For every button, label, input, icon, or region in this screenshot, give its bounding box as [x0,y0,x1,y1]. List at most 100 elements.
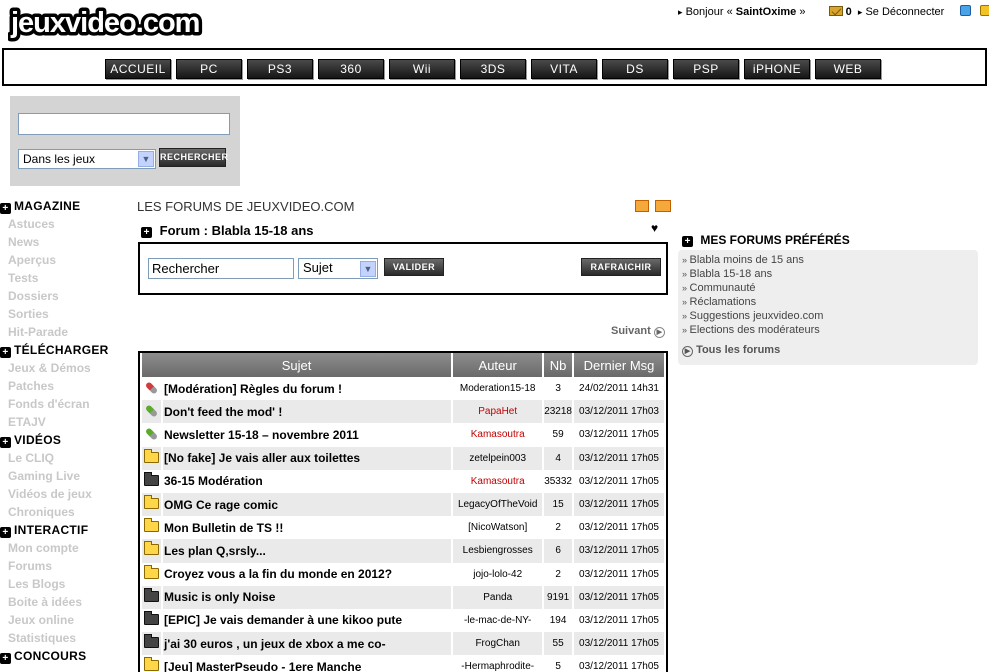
nav-vita-button[interactable]: VITA [531,59,597,79]
sidebar-item[interactable]: Forums [0,558,132,576]
search-button[interactable]: RECHERCHER [159,148,228,167]
sidebar-section-4[interactable]: + CONCOURS [0,648,132,666]
topic-subject-link[interactable]: OMG Ce rage comic [163,492,452,517]
sidebar-item[interactable]: Jeux online [0,612,132,630]
validate-button[interactable]: VALIDER [384,258,444,276]
sidebar-item[interactable]: Chroniques [0,504,132,522]
table-row[interactable]: [Modération] Règles du forum ! Moderation… [142,377,664,401]
topic-subject-link[interactable]: Newsletter 15-18 – novembre 2011 [163,423,452,447]
nav-psp-button[interactable]: PSP [673,59,739,79]
sidebar-section-2[interactable]: + VIDÉOS [0,432,132,450]
topic-author-link[interactable]: Panda [453,585,543,609]
sidebar-item[interactable]: Astuces [0,216,132,234]
table-row[interactable]: Newsletter 15-18 – novembre 2011 Kamasout… [142,423,664,447]
compact-view-icon[interactable] [635,200,649,212]
topic-author-link[interactable]: -Hermaphrodite- [453,655,543,672]
nav-accueil-button[interactable]: ACCUEIL [105,59,171,79]
sidebar-item[interactable]: Tests [0,270,132,288]
favorite-forum-link[interactable]: » Elections des modérateurs [682,323,978,337]
sidebar-item[interactable]: Aperçus [0,252,132,270]
table-row[interactable]: Les plan Q,srsly... Lesbiengrosses 6 03/12/… [142,539,664,563]
yellow-theme-icon[interactable] [979,5,989,16]
topic-author-link[interactable]: FrogChan [453,632,543,656]
sidebar-item[interactable]: Patches [0,378,132,396]
blue-theme-icon[interactable] [959,5,971,16]
topic-subject-link[interactable]: Music is only Noise [163,585,452,609]
logout-link[interactable]: Se Déconnecter [865,6,944,18]
table-row[interactable]: [No fake] Je vais aller aux toilettes zet… [142,446,664,470]
search-input[interactable] [18,113,230,135]
sidebar-item[interactable]: News [0,234,132,252]
topic-subject-link[interactable]: Don't feed the mod' ! [163,400,452,424]
table-row[interactable]: 36-15 Modération Kamasoutra 35332 03/12/201… [142,469,664,493]
sidebar-section-0[interactable]: + MAGAZINE [0,198,132,216]
favorite-forum-link[interactable]: » Blabla moins de 15 ans [682,253,978,267]
topic-author-link[interactable]: Kamasoutra [453,469,543,493]
table-row[interactable]: Mon Bulletin de TS !! [NicoWatson] 2 03/12/… [142,516,664,540]
topic-subject-link[interactable]: Mon Bulletin de TS !! [163,516,452,540]
table-row[interactable]: OMG Ce rage comic LegacyOfTheVoid 15 03/12/… [142,492,664,517]
topic-author-link[interactable]: jojo-lolo-42 [453,562,543,586]
col-last-message[interactable]: Dernier Msg [574,353,664,377]
sidebar-item[interactable]: Le CLIQ [0,450,132,468]
table-row[interactable]: Music is only Noise Panda 9191 03/12/2011 1… [142,585,664,609]
sidebar-item[interactable]: Mon compte [0,540,132,558]
sidebar-item[interactable]: Sorties [0,306,132,324]
next-page-link[interactable]: Suivant ▶ [611,325,665,338]
nav-360-button[interactable]: 360 [318,59,384,79]
sidebar-item[interactable]: Fonds d'écran [0,396,132,414]
username-link[interactable]: SaintOxime [736,6,797,18]
favorite-forum-link[interactable]: » Suggestions jeuxvideo.com [682,309,978,323]
refresh-button[interactable]: RAFRAICHIR [581,258,661,276]
topic-author-link[interactable]: PapaHet [453,400,543,424]
forum-search-input[interactable]: Rechercher [148,258,294,279]
all-forums-link[interactable]: ▶ Tous les forums [682,344,780,357]
nav-wii-button[interactable]: Wii [389,59,455,79]
table-row[interactable]: [Jeu] MasterPseudo - 1ere Manche -Hermaph… [142,655,664,672]
wide-view-icon[interactable] [655,200,672,212]
nav-ps3-button[interactable]: PS3 [247,59,313,79]
topic-author-link[interactable]: Lesbiengrosses [453,539,543,563]
topic-author-link[interactable]: -le-mac-de-NY- [453,608,543,633]
nav-ds-button[interactable]: DS [602,59,668,79]
sidebar-section-3[interactable]: + INTERACTIF [0,522,132,540]
table-row[interactable]: j'ai 30 euros , un jeux de xbox a me co-… [142,632,664,656]
sidebar-item[interactable]: Hit-Parade [0,324,132,342]
table-row[interactable]: [EPIC] Je vais demander à une kikoo pute… [142,608,664,633]
mail-icon[interactable] [828,6,843,16]
nav-iphone-button[interactable]: iPHONE [744,59,810,79]
topic-author-link[interactable]: LegacyOfTheVoid [453,492,543,517]
search-scope-select[interactable]: Dans les jeux ▼ [18,149,156,169]
topic-subject-link[interactable]: [Modération] Règles du forum ! [163,377,452,401]
sidebar-item[interactable]: Dossiers [0,288,132,306]
topic-subject-link[interactable]: j'ai 30 euros , un jeux de xbox a me co- [163,632,452,656]
topic-author-link[interactable]: zetelpein003 [453,446,543,470]
favorite-forum-link[interactable]: » Communauté [682,281,978,295]
nav-3ds-button[interactable]: 3DS [460,59,526,79]
sidebar-item[interactable]: Les Blogs [0,576,132,594]
sidebar-item[interactable]: Statistiques [0,630,132,648]
topic-subject-link[interactable]: Croyez vous a la fin du monde en 2012? [163,562,452,586]
sidebar-section-1[interactable]: + TÉLÉCHARGER [0,342,132,360]
topic-author-link[interactable]: [NicoWatson] [453,516,543,540]
sidebar-item[interactable]: Vidéos de jeux [0,486,132,504]
nav-pc-button[interactable]: PC [176,59,242,79]
site-logo[interactable]: jeuxvideo.com jeuxvideo.com [8,2,218,43]
topic-author-link[interactable]: Moderation15-18 [453,377,543,401]
topic-subject-link[interactable]: [Jeu] MasterPseudo - 1ere Manche [163,655,452,672]
sidebar-item[interactable]: ETAJV [0,414,132,432]
col-count[interactable]: Nb [544,353,572,377]
nav-web-button[interactable]: WEB [815,59,881,79]
table-row[interactable]: Croyez vous a la fin du monde en 2012? jo… [142,562,664,586]
col-author[interactable]: Auteur [453,353,543,377]
favorite-forum-link[interactable]: » Blabla 15-18 ans [682,267,978,281]
table-row[interactable]: Don't feed the mod' ! PapaHet 23218 03/12/2… [142,400,664,424]
heart-icon[interactable]: ♥ [651,221,658,235]
col-subject[interactable]: Sujet [142,353,452,377]
sidebar-item[interactable]: Jeux & Démos [0,360,132,378]
topic-author-link[interactable]: Kamasoutra [453,423,543,447]
topic-subject-link[interactable]: Les plan Q,srsly... [163,539,452,563]
topic-subject-link[interactable]: [No fake] Je vais aller aux toilettes [163,446,452,470]
favorite-forum-link[interactable]: » Réclamations [682,295,978,309]
sidebar-item[interactable]: Boite à idées [0,594,132,612]
